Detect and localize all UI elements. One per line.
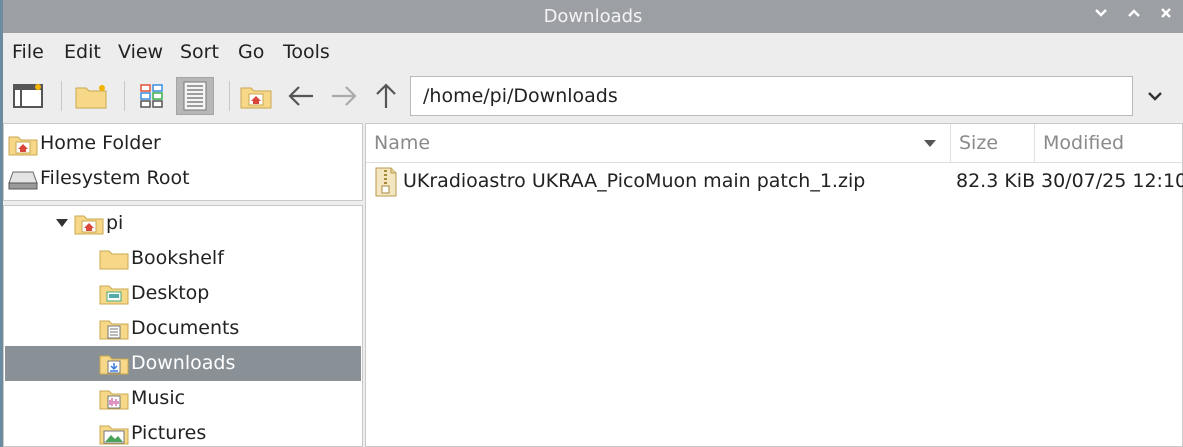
column-name-label: Name [374, 132, 431, 154]
arrow-right-icon [332, 86, 357, 106]
path-input[interactable]: /home/pi/Downloads [410, 76, 1133, 116]
tree-node-downloads[interactable]: Downloads [5, 346, 361, 381]
list-view-icon [183, 81, 207, 111]
menu-tools[interactable]: Tools [283, 41, 330, 63]
back-button[interactable] [282, 77, 320, 115]
home-folder-icon [240, 87, 272, 109]
toolbar: /home/pi/Downloads [3, 71, 1183, 123]
file-modified: 30/07/25 12:10 [1041, 170, 1183, 192]
column-size-label: Size [959, 132, 999, 154]
file-list: Name Size Modified UKradioastro UKRAA_Pi… [365, 123, 1183, 447]
place-label: Home Folder [40, 132, 161, 154]
sort-descending-icon [924, 140, 936, 147]
tree-node-pi[interactable]: pi [5, 206, 361, 241]
forward-button[interactable] [325, 77, 363, 115]
tree-node-label: Desktop [131, 282, 210, 304]
file-size: 82.3 KiB [956, 170, 1036, 192]
column-name[interactable]: Name [366, 124, 950, 162]
tree-node-documents[interactable]: Documents [5, 311, 361, 346]
column-modified[interactable]: Modified [1034, 124, 1182, 162]
tree-node-label: Downloads [131, 352, 236, 374]
drive-icon [8, 171, 38, 190]
tree-node-bookshelf[interactable]: Bookshelf [5, 241, 361, 276]
column-modified-label: Modified [1043, 132, 1125, 154]
expander-triangle-icon[interactable] [56, 219, 68, 227]
window-title: Downloads [543, 6, 643, 27]
menu-edit[interactable]: Edit [64, 41, 101, 63]
list-view-button[interactable] [176, 77, 214, 115]
place-filesystem-root[interactable]: Filesystem Root [4, 161, 360, 195]
tree-node-label: Documents [131, 317, 240, 339]
arrow-up-icon [376, 83, 396, 108]
menu-view[interactable]: View [118, 41, 163, 63]
directory-tree: pi Bookshelf Desktop Documents Downloads… [3, 205, 363, 447]
home-folder-icon [8, 136, 38, 156]
music-folder-icon [99, 390, 129, 410]
menu-go[interactable]: Go [238, 41, 264, 63]
file-name: UKradioastro UKRAA_PicoMuon main patch_1… [403, 170, 866, 192]
new-folder-icon [75, 85, 107, 109]
icon-view-icon [140, 84, 163, 108]
downloads-folder-icon [99, 355, 129, 375]
file-manager-window: Downloads File Edit View Sort Go Tools /… [3, 0, 1183, 447]
file-row[interactable]: UKradioastro UKRAA_PicoMuon main patch_1… [366, 163, 1183, 199]
tree-node-label: pi [106, 212, 124, 234]
close-icon [1161, 8, 1171, 18]
menu-file[interactable]: File [12, 41, 44, 63]
tree-node-label: Bookshelf [131, 247, 224, 269]
path-history-dropdown[interactable] [1141, 81, 1169, 111]
minimize-button[interactable] [1090, 6, 1112, 28]
place-label: Filesystem Root [40, 167, 190, 189]
home-button[interactable] [237, 77, 275, 115]
side-pane: Home Folder Filesystem Root pi Bookshelf… [3, 123, 363, 447]
desktop-folder-icon [99, 285, 129, 305]
up-button[interactable] [367, 77, 405, 115]
menu-sort[interactable]: Sort [180, 41, 219, 63]
home-folder-icon [74, 215, 104, 235]
tree-node-desktop[interactable]: Desktop [5, 276, 361, 311]
chevron-down-icon [1148, 92, 1162, 101]
icon-view-button[interactable] [133, 77, 171, 115]
zip-archive-icon [375, 167, 397, 197]
places-list: Home Folder Filesystem Root [3, 123, 363, 201]
pictures-folder-icon [99, 425, 129, 445]
column-size[interactable]: Size [950, 124, 1034, 162]
tree-node-pictures[interactable]: Pictures [5, 416, 361, 446]
new-window-icon [13, 84, 43, 108]
documents-folder-icon [99, 320, 129, 340]
place-home-folder[interactable]: Home Folder [4, 126, 360, 160]
column-header: Name Size Modified [366, 124, 1182, 163]
close-button[interactable] [1155, 6, 1177, 28]
maximize-button[interactable] [1123, 6, 1145, 28]
new-window-button[interactable] [9, 77, 47, 115]
folder-icon [99, 250, 129, 270]
title-bar[interactable]: Downloads [3, 0, 1183, 33]
tree-node-label: Music [131, 387, 186, 409]
chevron-down-icon [1095, 9, 1107, 17]
tree-node-music[interactable]: Music [5, 381, 361, 416]
new-tab-button[interactable] [72, 77, 110, 115]
tree-node-label: Pictures [131, 422, 207, 444]
arrow-left-icon [288, 86, 313, 106]
chevron-up-icon [1128, 9, 1140, 17]
menu-bar: File Edit View Sort Go Tools [3, 33, 1183, 71]
